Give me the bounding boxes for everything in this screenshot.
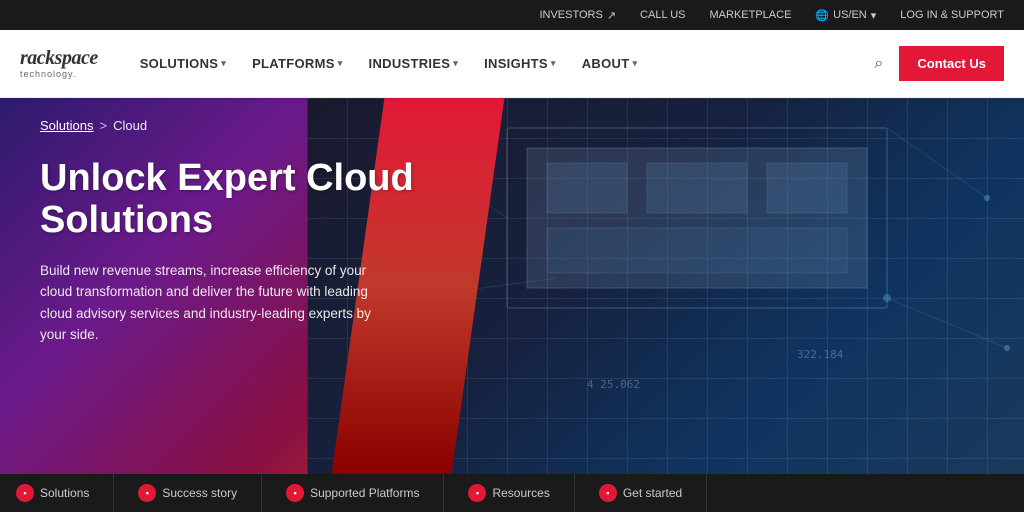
- chevron-down-icon: ▾: [453, 58, 458, 69]
- tab-platforms-icon: ▪: [286, 484, 304, 502]
- hero-section: 4 25.062 322.184 Solutions > Cloud Unloc…: [0, 98, 1024, 474]
- marketplace-link[interactable]: MARKETPLACE: [710, 9, 792, 21]
- tab-solutions-icon: ▪: [16, 484, 34, 502]
- tab-get-started[interactable]: ▪ Get started: [575, 474, 707, 512]
- chevron-down-icon: ▾: [632, 58, 637, 69]
- nav-links: SOLUTIONS ▾ PLATFORMS ▾ INDUSTRIES ▾ INS…: [130, 48, 871, 79]
- breadcrumb-solutions-link[interactable]: Solutions: [40, 118, 93, 133]
- svg-text:322.184: 322.184: [797, 348, 844, 361]
- svg-text:4 25.062: 4 25.062: [587, 378, 640, 391]
- breadcrumb: Solutions > Cloud: [40, 118, 147, 133]
- tab-solutions[interactable]: ▪ Solutions: [0, 474, 114, 512]
- utility-bar: INVESTORS ↗ CALL US MARKETPLACE 🌐 US/EN …: [0, 0, 1024, 30]
- investors-label: INVESTORS: [539, 9, 602, 21]
- logo[interactable]: rackspace technology.: [20, 48, 98, 79]
- chevron-down-icon: ▾: [338, 58, 343, 69]
- nav-item-industries[interactable]: INDUSTRIES ▾: [359, 48, 469, 79]
- breadcrumb-separator: >: [99, 118, 107, 133]
- hero-subtitle: Build new revenue streams, increase effi…: [40, 260, 400, 346]
- nav-item-solutions[interactable]: SOLUTIONS ▾: [130, 48, 236, 79]
- search-icon[interactable]: ⌕: [870, 51, 887, 77]
- login-support-link[interactable]: LOG IN & SUPPORT: [900, 9, 1004, 21]
- logo-sub: technology.: [20, 70, 98, 79]
- nav-item-platforms[interactable]: PLATFORMS ▾: [242, 48, 352, 79]
- tab-resources-icon: ▪: [468, 484, 486, 502]
- call-us-link[interactable]: CALL US: [640, 9, 685, 21]
- tab-success-icon: ▪: [138, 484, 156, 502]
- external-icon: ↗: [607, 9, 616, 22]
- logo-text: rackspace: [20, 48, 98, 68]
- nav-right: ⌕ Contact Us: [870, 46, 1004, 81]
- chevron-down-icon: ▾: [221, 58, 226, 69]
- investors-link[interactable]: INVESTORS ↗: [539, 9, 616, 22]
- chevron-down-icon: ▾: [871, 9, 877, 22]
- tab-resources[interactable]: ▪ Resources: [444, 474, 574, 512]
- tab-bar: ▪ Solutions ▪ Success story ▪ Supported …: [0, 474, 1024, 512]
- main-nav: rackspace technology. SOLUTIONS ▾ PLATFO…: [0, 30, 1024, 98]
- hero-title: Unlock Expert Cloud Solutions: [40, 158, 440, 242]
- locale-selector[interactable]: 🌐 US/EN ▾: [815, 9, 876, 22]
- globe-icon: 🌐: [815, 9, 829, 22]
- breadcrumb-current: Cloud: [113, 118, 147, 133]
- hero-content: Unlock Expert Cloud Solutions Build new …: [40, 158, 440, 346]
- nav-item-insights[interactable]: INSIGHTS ▾: [474, 48, 566, 79]
- nav-item-about[interactable]: ABOUT ▾: [572, 48, 648, 79]
- contact-us-button[interactable]: Contact Us: [899, 46, 1004, 81]
- chevron-down-icon: ▾: [551, 58, 556, 69]
- tab-success-story[interactable]: ▪ Success story: [114, 474, 262, 512]
- tab-supported-platforms[interactable]: ▪ Supported Platforms: [262, 474, 444, 512]
- tab-get-started-icon: ▪: [599, 484, 617, 502]
- locale-label: US/EN: [833, 9, 867, 21]
